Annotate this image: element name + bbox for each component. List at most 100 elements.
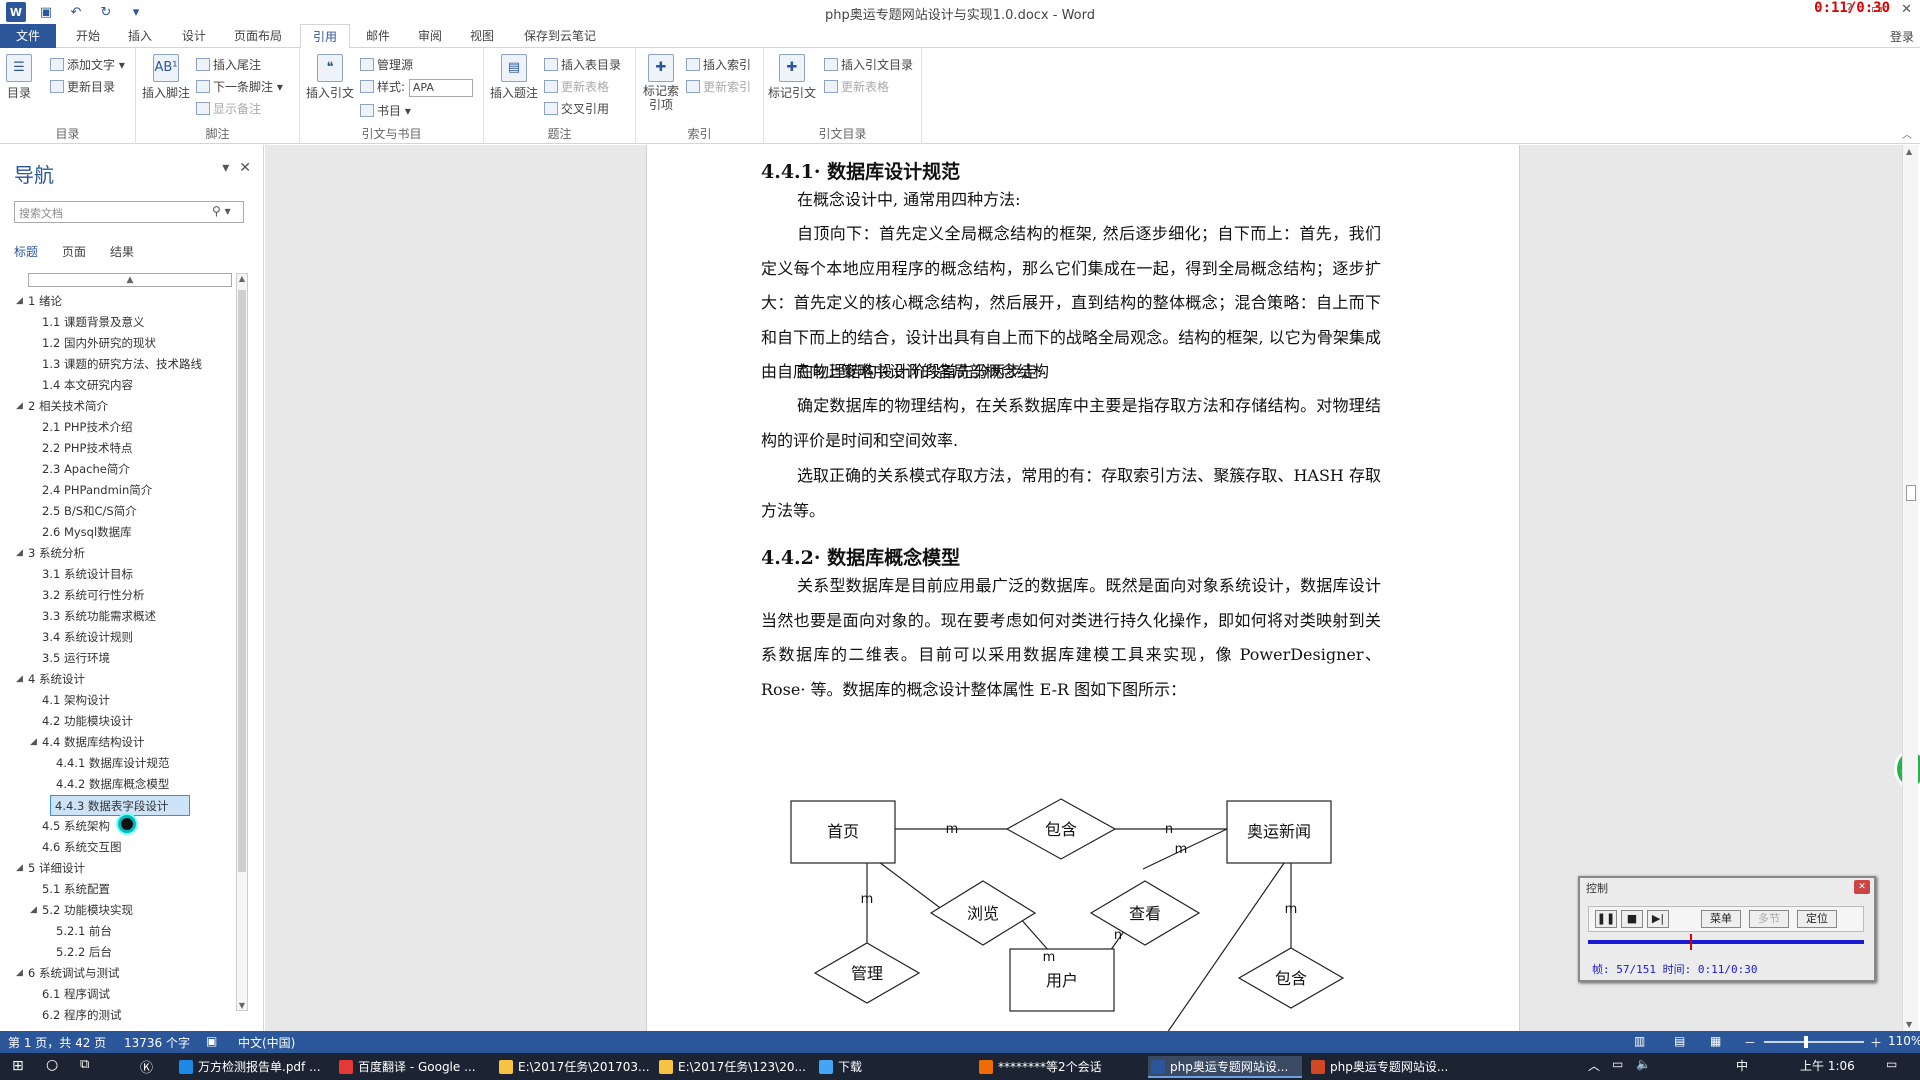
- doc-scroll-up-icon[interactable]: ▲: [1906, 147, 1912, 156]
- nav-heading-item[interactable]: 3.2 系统可行性分析: [14, 585, 234, 606]
- stop-icon[interactable]: ■: [1621, 910, 1643, 928]
- taskbar-app-button[interactable]: ********等2个会话: [976, 1056, 1130, 1078]
- nav-heading-item[interactable]: ◢ 2 相关技术简介: [14, 396, 234, 417]
- tab-cloud-notes[interactable]: 保存到云笔记: [520, 24, 600, 48]
- zoom-in-icon[interactable]: ＋: [1870, 1034, 1882, 1051]
- nav-heading-item[interactable]: 4.6 系统交互图: [14, 837, 234, 858]
- start-icon[interactable]: ⊞: [12, 1058, 24, 1074]
- tab-design[interactable]: 设计: [178, 24, 210, 48]
- mark-entry-button[interactable]: ✚ 标记索引项: [640, 54, 682, 112]
- nav-heading-item[interactable]: 4.2 功能模块设计: [14, 711, 234, 732]
- expand-triangle-icon[interactable]: ◢: [16, 669, 23, 690]
- update-index-button[interactable]: 更新索引: [686, 78, 751, 95]
- nav-collapse-bar[interactable]: ▲: [28, 273, 232, 287]
- expand-triangle-icon[interactable]: ◢: [16, 396, 23, 417]
- tab-view[interactable]: 视图: [466, 24, 498, 48]
- search-circle-icon[interactable]: ○: [46, 1057, 58, 1073]
- nav-heading-item[interactable]: ◢ 1 绪论: [14, 291, 234, 312]
- manage-sources-button[interactable]: 管理源: [360, 56, 413, 73]
- web-layout-icon[interactable]: ▦: [1710, 1034, 1721, 1048]
- expand-triangle-icon[interactable]: ◢: [30, 900, 37, 921]
- ribbon-display-icon[interactable]: ▭: [1871, 2, 1883, 17]
- scroll-up-icon[interactable]: ▲: [237, 274, 247, 283]
- nav-heading-item[interactable]: ◢ 6 系统调试与测试: [14, 963, 234, 984]
- nav-scroll-thumb[interactable]: [238, 290, 246, 872]
- taskbar-app-button[interactable]: 万方检测报告单.pdf ...: [176, 1056, 330, 1078]
- nav-heading-item[interactable]: 5.1 系统配置: [14, 879, 234, 900]
- nav-heading-item[interactable]: 2.3 Apache简介: [14, 459, 234, 480]
- read-mode-icon[interactable]: ▥: [1634, 1034, 1645, 1048]
- document-page[interactable]: 4.4.1· 数据库设计规范 在概念设计中, 通常用四种方法: 自顶向下：首先定…: [646, 145, 1520, 1033]
- nav-heading-item[interactable]: 4.4.1 数据库设计规范: [14, 753, 234, 774]
- menu-button[interactable]: 菜单: [1701, 910, 1741, 928]
- progress-track[interactable]: [1588, 940, 1864, 944]
- locate-button[interactable]: 定位: [1797, 910, 1837, 928]
- toc-button[interactable]: ☰ 目录: [6, 54, 32, 101]
- print-layout-icon[interactable]: ▤: [1674, 1034, 1685, 1048]
- insert-tof-button[interactable]: 插入表目录: [544, 56, 621, 73]
- app-icon[interactable]: Ⓚ: [140, 1057, 153, 1076]
- nav-tab-headings[interactable]: 标题: [14, 243, 38, 260]
- task-view-icon[interactable]: ⧉: [80, 1057, 89, 1072]
- nav-heading-item[interactable]: 3.4 系统设计规则: [14, 627, 234, 648]
- nav-heading-item[interactable]: 2.2 PHP技术特点: [14, 438, 234, 459]
- nav-heading-item[interactable]: ◢ 5.2 功能模块实现: [14, 900, 234, 921]
- taskbar-app-button[interactable]: php奥运专题网站设...: [1148, 1056, 1302, 1078]
- zoom-level[interactable]: 110%: [1888, 1034, 1920, 1048]
- nav-heading-item[interactable]: ◢ 4 系统设计: [14, 669, 234, 690]
- zoom-slider-thumb[interactable]: [1804, 1036, 1808, 1048]
- add-text-button[interactable]: 添加文字 ▾: [50, 56, 125, 73]
- language[interactable]: 中文(中国): [238, 1034, 295, 1051]
- nav-heading-item[interactable]: 3.3 系统功能需求概述: [14, 606, 234, 627]
- nav-heading-item[interactable]: 3.1 系统设计目标: [14, 564, 234, 585]
- insert-footnote-button[interactable]: AB¹ 插入脚注: [142, 54, 190, 101]
- bibliography-button[interactable]: 书目 ▾: [360, 102, 411, 119]
- nav-heading-item[interactable]: 1.2 国内外研究的现状: [14, 333, 234, 354]
- nav-heading-item[interactable]: 3.5 运行环境: [14, 648, 234, 669]
- nav-heading-item[interactable]: 1.3 课题的研究方法、技术路线: [14, 354, 234, 375]
- taskbar-app-button[interactable]: E:\2017任务\201703...: [496, 1056, 650, 1078]
- notifications-icon[interactable]: ▭: [1886, 1057, 1897, 1071]
- search-icon[interactable]: ⚲ ▾: [212, 204, 231, 218]
- update-toa-button[interactable]: 更新表格: [824, 78, 889, 95]
- insert-endnote-button[interactable]: 插入尾注: [196, 56, 261, 73]
- nav-heading-item[interactable]: 6.1 程序调试: [14, 984, 234, 1005]
- tab-layout[interactable]: 页面布局: [230, 24, 286, 48]
- nav-heading-item[interactable]: ◢ 5 详细设计: [14, 858, 234, 879]
- nav-tab-pages[interactable]: 页面: [62, 243, 86, 260]
- word-count[interactable]: 13736 个字: [124, 1034, 190, 1051]
- zoom-out-icon[interactable]: －: [1744, 1034, 1756, 1051]
- cross-reference-button[interactable]: 交叉引用: [544, 100, 609, 117]
- next-footnote-button[interactable]: 下一条脚注 ▾: [196, 78, 283, 95]
- scroll-down-icon[interactable]: ▼: [237, 1001, 247, 1010]
- taskbar-app-button[interactable]: 下载: [816, 1056, 930, 1078]
- insert-citation-button[interactable]: ❝ 插入引文: [306, 54, 354, 101]
- tab-insert[interactable]: 插入: [124, 24, 156, 48]
- help-button[interactable]: ?: [1846, 2, 1853, 17]
- nav-heading-item[interactable]: 1.1 课题背景及意义: [14, 312, 234, 333]
- nav-heading-item[interactable]: 2.4 PHPandmin简介: [14, 480, 234, 501]
- doc-scroll-thumb[interactable]: [1906, 485, 1916, 501]
- clock[interactable]: 上午 1:06: [1800, 1057, 1855, 1074]
- doc-scroll-down-icon[interactable]: ▼: [1906, 1020, 1912, 1029]
- style-dropdown[interactable]: APA: [408, 78, 473, 97]
- expand-triangle-icon[interactable]: ◢: [16, 858, 23, 879]
- nav-options-icon[interactable]: ▾: [222, 160, 229, 176]
- nav-heading-item[interactable]: 1.4 本文研究内容: [14, 375, 234, 396]
- expand-triangle-icon[interactable]: ◢: [16, 543, 23, 564]
- nav-tab-results[interactable]: 结果: [110, 243, 134, 260]
- login-link[interactable]: 登录: [1890, 28, 1914, 45]
- proofing-icon[interactable]: ▣: [206, 1034, 217, 1048]
- nav-heading-item[interactable]: ◢ 4.4 数据库结构设计: [14, 732, 234, 753]
- nav-heading-item[interactable]: ◢ 3 系统分析: [14, 543, 234, 564]
- style-selector[interactable]: 样式: APA: [360, 78, 473, 97]
- pause-icon[interactable]: ❚❚: [1595, 910, 1617, 928]
- expand-triangle-icon[interactable]: ◢: [30, 732, 37, 753]
- nav-heading-item[interactable]: 5.2.1 前台: [14, 921, 234, 942]
- taskbar-app-button[interactable]: E:\2017任务\123\20...: [656, 1056, 810, 1078]
- update-toc-button[interactable]: 更新目录: [50, 78, 115, 95]
- insert-toa-button[interactable]: 插入引文目录: [824, 56, 913, 73]
- collapse-ribbon-icon[interactable]: ︿: [1902, 126, 1912, 141]
- mark-citation-button[interactable]: ✚ 标记引文: [768, 54, 816, 101]
- insert-caption-button[interactable]: ▤ 插入题注: [490, 54, 538, 101]
